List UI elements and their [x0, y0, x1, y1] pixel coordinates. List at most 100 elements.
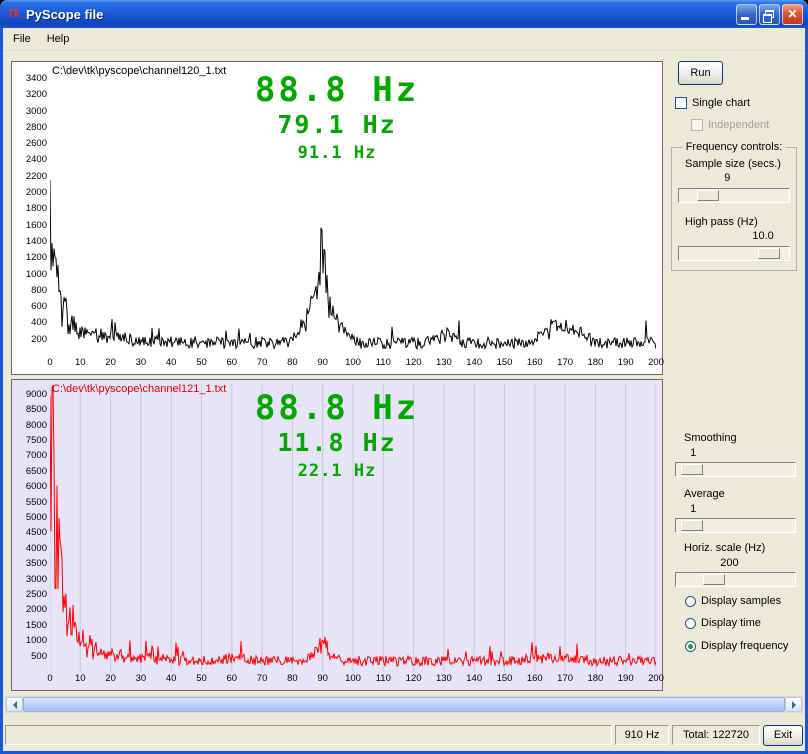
slider-thumb[interactable]	[681, 520, 703, 531]
scroll-left-button[interactable]	[6, 697, 23, 712]
y-tick-label: 1000	[14, 636, 47, 646]
run-button[interactable]: Run	[678, 61, 723, 85]
horiz-scale-slider[interactable]	[675, 572, 796, 587]
x-tick-label: 40	[160, 358, 182, 368]
smoothing-slider[interactable]	[675, 462, 796, 477]
checkbox-icon[interactable]	[691, 119, 703, 131]
status-frequency: 910 Hz	[615, 725, 669, 745]
close-button[interactable]: ✕	[782, 4, 803, 25]
y-tick-label: 1000	[14, 270, 47, 280]
group-label: Frequency controls:	[683, 141, 786, 153]
y-tick-label: 5000	[14, 513, 47, 523]
average-value: 1	[678, 503, 708, 515]
x-tick-label: 170	[554, 358, 576, 368]
scrollbar-thumb[interactable]	[23, 697, 785, 712]
y-tick-label: 200	[14, 335, 47, 345]
x-tick-label: 40	[160, 674, 182, 684]
radio-icon[interactable]	[685, 618, 696, 629]
secondary-frequency-label: 11.8 Hz	[12, 428, 662, 457]
y-tick-label: 5500	[14, 498, 47, 508]
display-time-radio[interactable]: Display time	[685, 617, 761, 629]
window-title: PyScope file	[26, 7, 732, 22]
x-tick-label: 100	[342, 358, 364, 368]
y-tick-label: 500	[14, 652, 47, 662]
horizontal-scrollbar[interactable]	[5, 696, 803, 713]
status-empty-panel	[5, 725, 612, 745]
x-tick-label: 180	[584, 358, 606, 368]
sample-size-label: Sample size (secs.)	[685, 158, 781, 170]
y-tick-label: 1400	[14, 237, 47, 247]
exit-button[interactable]: Exit	[763, 725, 803, 746]
close-icon: ✕	[787, 8, 797, 20]
y-tick-label: 1200	[14, 253, 47, 263]
high-pass-label: High pass (Hz)	[685, 216, 758, 228]
y-tick-label: 1600	[14, 221, 47, 231]
frequency-controls-group: Frequency controls: Sample size (secs.) …	[671, 147, 797, 271]
x-tick-label: 30	[130, 358, 152, 368]
secondary-frequency-label: 79.1 Hz	[12, 110, 662, 139]
y-tick-label: 400	[14, 318, 47, 328]
x-tick-label: 140	[463, 674, 485, 684]
radio-icon[interactable]	[685, 596, 696, 607]
y-tick-label: 2000	[14, 605, 47, 615]
x-tick-label: 180	[584, 674, 606, 684]
x-tick-label: 110	[372, 358, 394, 368]
radio-icon[interactable]	[685, 641, 696, 652]
sample-size-value: 9	[712, 172, 742, 184]
x-tick-label: 50	[191, 674, 213, 684]
menu-bar: File Help	[3, 28, 805, 51]
y-tick-label: 2200	[14, 172, 47, 182]
x-tick-label: 120	[403, 674, 425, 684]
status-total: Total: 122720	[672, 725, 760, 745]
window-client-area: File Help C:\dev\tk\pyscope\channel120_1…	[3, 28, 805, 751]
menu-file[interactable]: File	[5, 30, 39, 48]
smoothing-value: 1	[678, 447, 708, 459]
y-tick-label: 4500	[14, 528, 47, 538]
x-tick-label: 50	[191, 358, 213, 368]
maximize-button[interactable]	[759, 4, 780, 25]
x-tick-label: 190	[615, 358, 637, 368]
title-bar[interactable]: Tk PyScope file ✕	[0, 0, 808, 28]
spectrum-chart-top: C:\dev\tk\pyscope\channel120_1.txt 88.8 …	[11, 61, 663, 375]
horiz-scale-label: Horiz. scale (Hz)	[684, 542, 765, 554]
x-tick-label: 170	[554, 674, 576, 684]
display-samples-radio[interactable]: Display samples	[685, 595, 781, 607]
x-tick-label: 80	[281, 674, 303, 684]
slider-thumb[interactable]	[703, 574, 725, 585]
x-tick-label: 190	[615, 674, 637, 684]
status-bar: 910 Hz Total: 122720 Exit	[5, 722, 803, 748]
x-tick-label: 150	[494, 674, 516, 684]
slider-thumb[interactable]	[681, 464, 703, 475]
x-tick-label: 70	[251, 358, 273, 368]
x-tick-label: 90	[312, 674, 334, 684]
y-tick-label: 600	[14, 302, 47, 312]
checkbox-icon[interactable]	[675, 97, 687, 109]
independent-checkbox[interactable]: Independent	[691, 119, 769, 131]
dominant-frequency-label: 88.8 Hz	[12, 70, 662, 110]
x-tick-label: 0	[39, 358, 61, 368]
average-label: Average	[684, 488, 725, 500]
high-pass-slider[interactable]	[678, 246, 790, 261]
sample-size-slider[interactable]	[678, 188, 790, 203]
x-tick-label: 140	[463, 358, 485, 368]
single-chart-checkbox[interactable]: Single chart	[675, 97, 750, 109]
minimize-icon	[741, 12, 749, 20]
menu-help[interactable]: Help	[39, 30, 78, 48]
display-frequency-radio[interactable]: Display frequency	[685, 640, 788, 652]
x-tick-label: 10	[69, 358, 91, 368]
spectrum-chart-bottom: C:\dev\tk\pyscope\channel121_1.txt 88.8 …	[11, 379, 663, 691]
radio-label: Display time	[701, 617, 761, 629]
radio-label: Display frequency	[701, 640, 788, 652]
slider-thumb[interactable]	[697, 190, 719, 201]
slider-thumb[interactable]	[758, 248, 780, 259]
x-tick-label: 60	[221, 358, 243, 368]
x-tick-label: 90	[312, 358, 334, 368]
average-slider[interactable]	[675, 518, 796, 533]
x-tick-label: 120	[403, 358, 425, 368]
scroll-right-button[interactable]	[785, 697, 802, 712]
minimize-button[interactable]	[736, 4, 757, 25]
x-tick-label: 80	[281, 358, 303, 368]
tertiary-frequency-label: 22.1 Hz	[12, 461, 662, 481]
arrow-left-icon	[9, 701, 17, 709]
arrow-right-icon	[792, 701, 800, 709]
